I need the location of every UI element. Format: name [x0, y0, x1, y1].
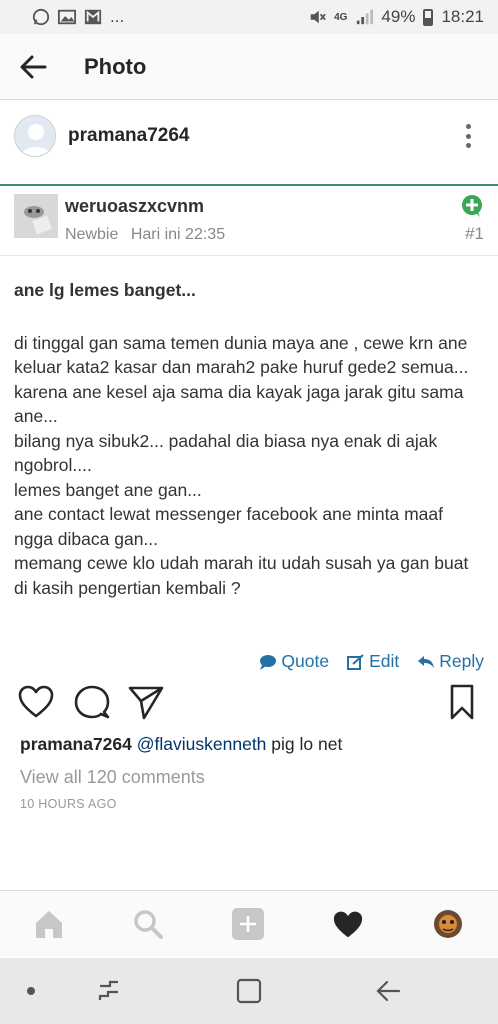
more-dot-icon — [465, 124, 471, 129]
more-dot-icon — [465, 133, 471, 139]
forum-post-header: weruoaszxcvnm Newbie Hari ini 22:35 #1 — [0, 186, 498, 256]
page-title: Photo — [84, 53, 147, 79]
forum-username: weruoaszxcvnm — [65, 196, 205, 216]
reply-arrow-icon — [418, 655, 435, 668]
share-paper-plane-icon[interactable] — [128, 684, 164, 720]
arrow-left-icon — [20, 55, 47, 78]
signal-icon — [357, 9, 374, 25]
gallery-icon — [58, 9, 76, 25]
forum-post-number: #1 — [465, 224, 484, 243]
forum-avatar — [14, 194, 58, 238]
more-options-button[interactable] — [464, 124, 472, 148]
comment-bubble-icon[interactable] — [74, 684, 110, 720]
status-bar: ... 4G 49% 18:21 — [0, 0, 498, 34]
bookmark-icon[interactable] — [444, 684, 480, 720]
quote-action: Quote — [259, 651, 329, 672]
app-bar: Photo — [0, 34, 498, 100]
nav-activity[interactable] — [331, 907, 365, 941]
speech-bubble-icon — [260, 654, 277, 670]
caption-username[interactable]: pramana7264 — [20, 734, 132, 754]
home-icon — [36, 911, 62, 938]
mute-icon — [310, 10, 326, 24]
forum-timestamp: Hari ini 22:35 — [130, 226, 226, 243]
forum-post-text: di tinggal gan sama temen dunia maya ane… — [14, 332, 469, 598]
system-nav-bar — [0, 958, 498, 1024]
edit-action: Edit — [347, 651, 399, 672]
post-username[interactable]: pramana7264 — [68, 125, 189, 147]
battery-percent: 49% — [381, 7, 416, 26]
back-button[interactable] — [0, 34, 66, 100]
quote-label: Quote — [281, 651, 330, 671]
home-square-icon[interactable] — [236, 978, 262, 1004]
status-more-label: ... — [110, 7, 125, 26]
whatsapp-icon — [32, 8, 50, 26]
battery-icon — [423, 8, 434, 26]
add-plus-icon — [462, 195, 482, 217]
nav-profile[interactable] — [431, 907, 465, 941]
profile-avatar-icon — [434, 910, 462, 938]
clock: 18:21 — [441, 7, 484, 26]
forum-actions: Quote Edit Reply — [259, 651, 484, 672]
post-header: pramana7264 — [0, 100, 498, 172]
back-arrow-icon[interactable] — [375, 978, 401, 1004]
post-photo[interactable]: weruoaszxcvnm Newbie Hari ini 22:35 #1 a… — [0, 184, 498, 672]
forum-post-body: ane lg lemes banget... di tinggal gan sa… — [0, 256, 498, 600]
view-all-comments-link[interactable]: View all 120 comments — [20, 767, 205, 788]
caption-text: pig lo net — [271, 734, 343, 754]
heart-filled-icon — [333, 911, 363, 938]
post-actions — [0, 680, 498, 724]
caption: pramana7264 @flaviuskenneth pig lo net — [20, 734, 342, 755]
default-user-icon — [21, 124, 51, 156]
network-label: 4G — [334, 11, 348, 23]
edit-icon — [347, 653, 364, 670]
avatar[interactable] — [14, 115, 56, 157]
nav-home[interactable] — [32, 907, 66, 941]
search-icon — [134, 910, 163, 939]
status-bar-right: 4G 49% 18:21 — [308, 7, 484, 27]
reply-action: Reply — [417, 651, 484, 672]
edit-label: Edit — [369, 651, 400, 671]
add-post-icon — [232, 908, 264, 940]
nav-search[interactable] — [131, 907, 165, 941]
post-time-ago: 10 HOURS AGO — [20, 797, 117, 811]
status-bar-left: ... — [32, 7, 124, 27]
caption-mention[interactable]: @flaviuskenneth — [137, 734, 267, 754]
reply-label: Reply — [439, 651, 484, 671]
nav-new-post[interactable] — [231, 907, 265, 941]
forum-post-title: ane lg lemes banget... — [14, 280, 196, 300]
recent-apps-icon[interactable] — [96, 978, 122, 1004]
gmail-icon — [84, 9, 102, 25]
bottom-nav — [0, 890, 498, 956]
like-heart-icon[interactable] — [18, 684, 54, 720]
more-dot-icon — [465, 143, 471, 148]
forum-rank: Newbie — [65, 226, 119, 243]
forum-meta: Newbie Hari ini 22:35 — [65, 226, 233, 244]
forum-avatar-icon — [24, 206, 52, 235]
dot-indicator-icon — [27, 987, 35, 995]
